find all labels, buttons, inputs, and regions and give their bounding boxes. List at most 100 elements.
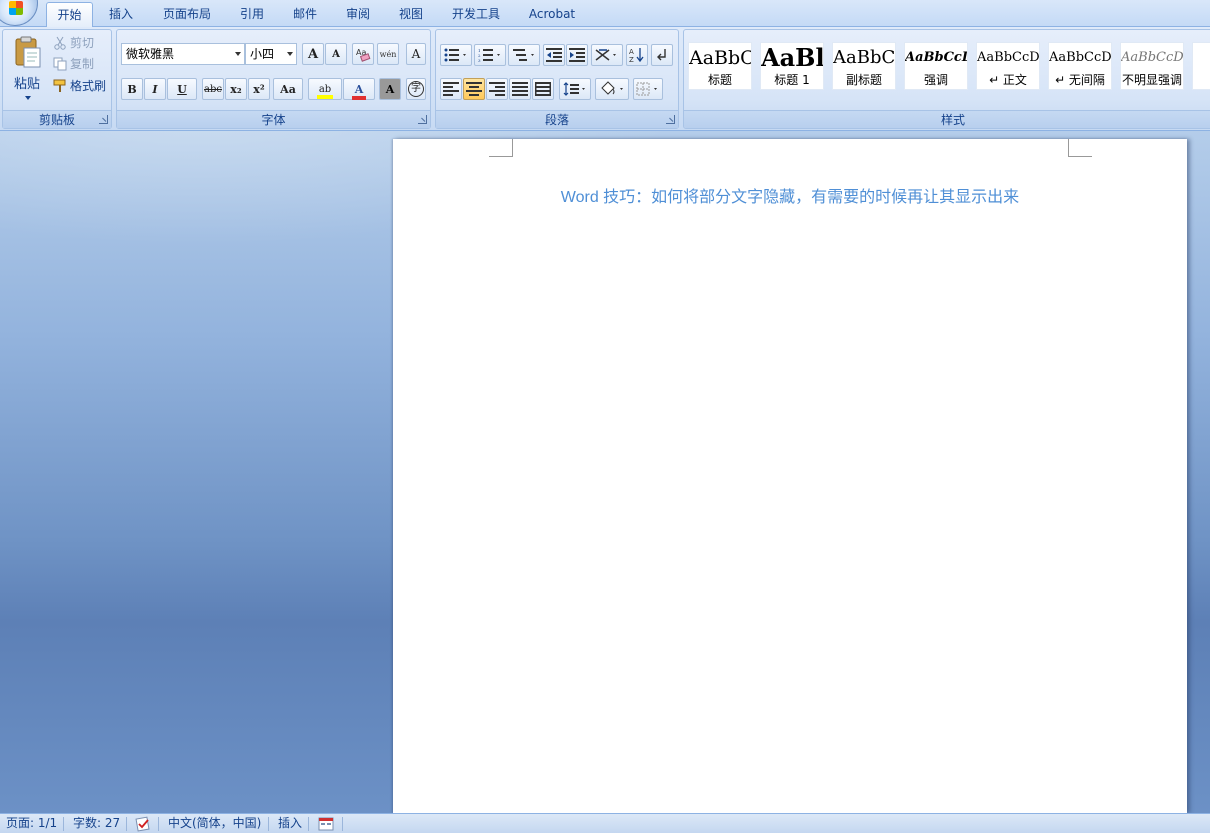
highlight-icon: ab (316, 83, 334, 99)
format-painter-icon (53, 79, 66, 92)
paste-button[interactable]: 粘贴 (3, 30, 49, 108)
office-button[interactable] (0, 0, 38, 26)
distributed-icon (535, 82, 551, 96)
document-title-text[interactable]: Word 技巧：如何将部分文字隐藏，有需要的时候再让其显示出来 (393, 183, 1187, 207)
chevron-down-icon[interactable] (287, 52, 293, 56)
numbering-button[interactable]: 1 2 3 (474, 44, 506, 66)
font-size-combo[interactable]: 小四 (245, 43, 297, 65)
paste-dropdown-icon[interactable] (25, 96, 31, 100)
highlight-label: ab (318, 83, 332, 95)
style-tile-partial[interactable]: Aa 明 (1192, 42, 1210, 90)
style-preview: AaBbCcDe (905, 50, 967, 65)
style-tile-title[interactable]: AaBbC 标题 (688, 42, 752, 90)
italic-button[interactable]: I (144, 78, 166, 100)
tab-page-layout[interactable]: 页面布局 (156, 2, 218, 27)
paste-icon (15, 36, 41, 68)
proofing-icon[interactable] (135, 816, 151, 833)
style-preview: AaBbCcDe (1121, 50, 1183, 65)
align-right-icon (489, 82, 505, 96)
style-tile-heading-1[interactable]: AaBl 标题 1 (760, 42, 824, 90)
decrease-indent-button[interactable] (543, 44, 565, 66)
increase-indent-button[interactable] (566, 44, 588, 66)
style-tile-subtitle[interactable]: AaBbC 副标题 (832, 42, 896, 90)
font-name-value: 微软雅黑 (126, 47, 175, 61)
font-name-combo[interactable]: 微软雅黑 (121, 43, 245, 65)
bullets-icon (444, 48, 466, 62)
grow-font-button[interactable]: A (302, 43, 324, 65)
paste-label: 粘贴 (14, 77, 41, 92)
status-bar: 页面: 1/1 字数: 27 中文(简体，中国) 插入 (0, 813, 1210, 833)
bullets-button[interactable] (440, 44, 472, 66)
return-mark-icon (657, 49, 666, 61)
tab-view[interactable]: 视图 (389, 2, 433, 27)
justify-button[interactable] (509, 78, 531, 100)
copy-button[interactable]: 复制 (53, 55, 94, 73)
align-left-button[interactable] (440, 78, 462, 100)
distributed-button[interactable] (532, 78, 554, 100)
align-center-button[interactable] (463, 78, 485, 100)
ribbon-tab-bar: 开始 插入 页面布局 引用 邮件 审阅 视图 开发工具 Acrobat (0, 0, 1210, 28)
style-tile-no-spacing[interactable]: AaBbCcDe ↵ 无间隔 (1048, 42, 1112, 90)
clipboard-dialog-launcher-icon[interactable] (99, 115, 108, 124)
phonetic-guide-button[interactable]: wén (377, 43, 399, 65)
chinese-layout-button[interactable] (591, 44, 623, 66)
show-marks-button[interactable] (651, 44, 673, 66)
phonetic-guide-icon: wén (379, 49, 397, 59)
shading-button[interactable] (595, 78, 629, 100)
char-border-icon: A (411, 47, 421, 61)
tab-review[interactable]: 审阅 (336, 2, 380, 27)
paragraph-group-label: 段落 (436, 110, 678, 128)
word-count[interactable]: 字数: 27 (73, 814, 120, 833)
enclose-characters-button[interactable]: 字 (406, 78, 426, 100)
borders-button[interactable] (633, 78, 663, 100)
margin-corner-mark (1068, 139, 1092, 157)
italic-icon: I (152, 82, 158, 96)
style-name: 明 (1193, 73, 1210, 87)
clear-formatting-button[interactable]: Aa (352, 43, 374, 65)
tab-insert[interactable]: 插入 (99, 2, 143, 27)
paragraph-dialog-launcher-icon[interactable] (666, 115, 675, 124)
page-count[interactable]: 页面: 1/1 (6, 814, 57, 833)
change-case-button[interactable]: Aa (273, 78, 303, 100)
chevron-down-icon[interactable] (235, 52, 241, 56)
tab-acrobat[interactable]: Acrobat (520, 2, 584, 27)
style-tile-emphasis[interactable]: AaBbCcDe 强调 (904, 42, 968, 90)
sort-button[interactable]: A Z (626, 44, 648, 66)
subscript-button[interactable]: x₂ (225, 78, 247, 100)
insert-mode-indicator[interactable]: 插入 (278, 814, 302, 833)
decrease-indent-icon (546, 48, 562, 62)
tab-home[interactable]: 开始 (46, 2, 93, 28)
style-preview: AaBbCcDe (977, 50, 1039, 65)
macro-record-icon[interactable] (318, 817, 334, 833)
strikethrough-button[interactable]: abc (202, 78, 224, 100)
style-name: 副标题 (845, 73, 882, 87)
tab-references[interactable]: 引用 (230, 2, 274, 27)
line-spacing-button[interactable] (559, 78, 591, 100)
style-name: 强调 (923, 73, 948, 87)
style-tile-normal[interactable]: AaBbCcDe ↵ 正文 (976, 42, 1040, 90)
cut-button[interactable]: 剪切 (53, 34, 94, 52)
document-page[interactable]: Word 技巧：如何将部分文字隐藏，有需要的时候再让其显示出来 (393, 139, 1187, 813)
scissors-icon (54, 36, 66, 50)
align-right-button[interactable] (486, 78, 508, 100)
format-painter-button[interactable]: 格式刷 (53, 77, 106, 95)
margin-corner-mark (489, 139, 513, 157)
font-color-icon: A (351, 83, 367, 100)
char-border-button[interactable]: A (406, 43, 426, 65)
tab-mailings[interactable]: 邮件 (283, 2, 327, 27)
highlight-button[interactable]: ab (308, 78, 342, 100)
superscript-button[interactable]: x² (248, 78, 270, 100)
font-dialog-launcher-icon[interactable] (418, 115, 427, 124)
language-indicator[interactable]: 中文(简体，中国) (168, 814, 261, 833)
bold-button[interactable]: B (121, 78, 143, 100)
underline-button[interactable]: U (167, 78, 197, 100)
shrink-font-button[interactable]: A (325, 43, 347, 65)
tab-developer[interactable]: 开发工具 (443, 2, 509, 27)
font-color-button[interactable]: A (343, 78, 375, 100)
multilevel-list-icon (513, 49, 534, 61)
char-shading-button[interactable]: A (379, 78, 401, 100)
multilevel-list-button[interactable] (508, 44, 540, 66)
style-tile-subtle-emphasis[interactable]: AaBbCcDe 不明显强调 (1120, 42, 1184, 90)
align-center-icon (466, 82, 482, 96)
underline-icon: U (177, 82, 187, 96)
